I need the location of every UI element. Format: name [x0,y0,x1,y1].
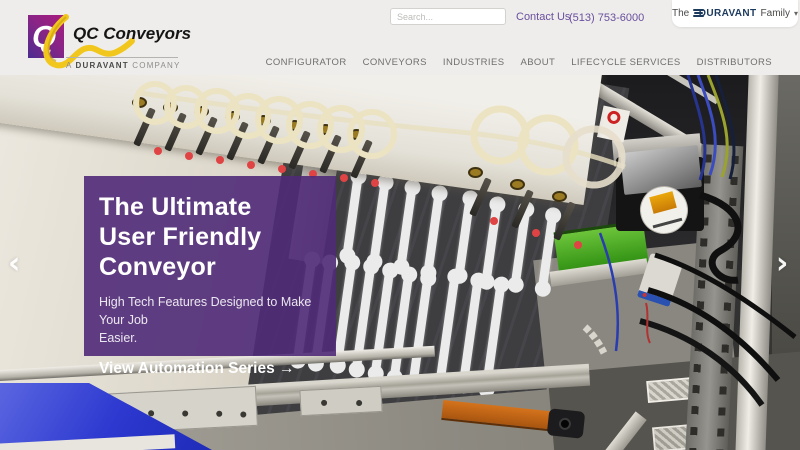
view-automation-series-link[interactable]: View Automation Series → [99,360,295,378]
hero-subtitle: High Tech Features Designed to Make Your… [99,295,312,345]
family-brand: DURAVANT [698,8,757,19]
nav-item-lifecycle-services[interactable]: LIFECYCLE SERVICES [571,57,680,68]
hero-text-panel: The Ultimate User Friendly Conveyor High… [84,176,336,377]
roller-end-cap [546,408,586,439]
mounting-bracket [299,385,383,417]
logo-tagline: A DURAVANT COMPANY [66,61,181,70]
nav-item-about[interactable]: ABOUT [520,57,555,68]
duravant-bars-icon [693,9,705,18]
phone-link[interactable]: (513) 753-6000 [569,12,644,24]
company-logo[interactable]: Q QC Conveyors A DURAVANT COMPANY [28,13,192,71]
chevron-right-icon[interactable]: › [776,249,788,279]
nav-item-configurator[interactable]: CONFIGURATOR [266,57,347,68]
site-header: Q QC Conveyors A DURAVANT COMPANY Contac… [0,0,800,75]
hero-title: The Ultimate User Friendly Conveyor [99,193,262,281]
nav-item-conveyors[interactable]: CONVEYORS [363,57,427,68]
hero-carousel: The Ultimate User Friendly Conveyor High… [0,75,800,450]
logo-divider [66,57,178,58]
family-prefix: The [672,8,690,19]
nav-item-distributors[interactable]: DISTRIBUTORS [697,57,772,68]
contact-us-link[interactable]: Contact Us [516,11,570,23]
chevron-down-icon: ▾ [793,9,798,18]
duravant-family-dropdown[interactable]: The DURAVANT Family ▾ [672,0,798,27]
chevron-left-icon[interactable]: ‹ [8,249,20,279]
search-input[interactable] [390,8,506,25]
family-suffix: Family [760,8,790,19]
logo-title: QC Conveyors [73,24,192,43]
main-nav: CONFIGURATOR CONVEYORS INDUSTRIES ABOUT … [266,57,772,68]
nav-item-industries[interactable]: INDUSTRIES [443,57,505,68]
